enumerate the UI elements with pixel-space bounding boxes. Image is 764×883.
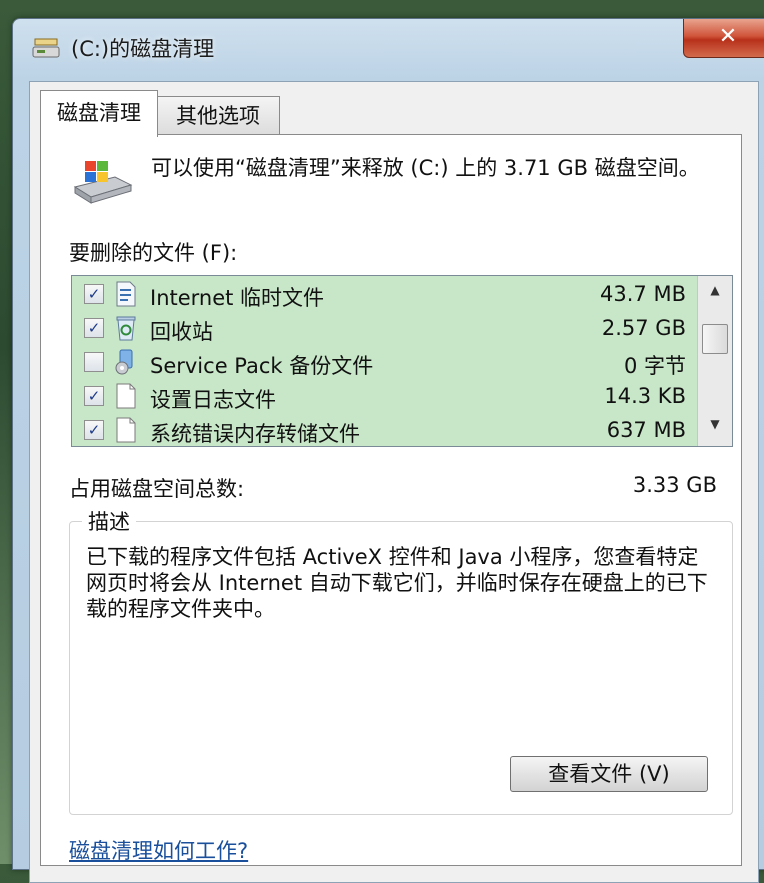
dialog-client-area: 磁盘清理 其他选项 可以使用“磁盘清理”来释放 (C:) 上的 3.71 GB … <box>29 81 759 883</box>
scroll-down-arrow-icon[interactable]: ▼ <box>698 412 732 436</box>
tab-panel: 可以使用“磁盘清理”来释放 (C:) 上的 3.71 GB 磁盘空间。 要删除的… <box>40 134 742 866</box>
service-pack-icon <box>115 349 133 375</box>
description-group: 描述 已下载的程序文件包括 ActiveX 控件和 Java 小程序，您查看特定… <box>69 506 733 815</box>
file-name: 设置日志文件 <box>150 388 276 412</box>
file-checkbox[interactable] <box>84 352 104 372</box>
file-checkbox[interactable]: ✓ <box>84 284 104 304</box>
total-space-label: 占用磁盘空间总数: <box>69 477 245 501</box>
file-name: Internet 临时文件 <box>150 286 325 310</box>
disk-cleanup-icon <box>32 38 60 58</box>
disk-cleanup-window: (C:)的磁盘清理 ✕ 磁盘清理 其他选项 可以使用“磁盘清理”来释放 (C:)… <box>12 18 764 883</box>
description-text: 已下载的程序文件包括 ActiveX 控件和 Java 小程序，您查看特定网页时… <box>86 545 708 621</box>
intro-text: 可以使用“磁盘清理”来释放 (C:) 上的 3.71 GB 磁盘空间。 <box>151 156 700 180</box>
document-icon <box>116 281 136 307</box>
title-bar[interactable]: (C:)的磁盘清理 ✕ <box>13 19 764 77</box>
file-size: 0 字节 <box>623 354 686 378</box>
scroll-thumb[interactable] <box>702 324 728 354</box>
files-to-delete-list[interactable]: ✓ Internet 临时文件 43.7 MB ✓ 回收站 2.57 GB Se… <box>71 275 733 447</box>
drive-cleanup-icon <box>73 161 133 204</box>
list-scrollbar[interactable]: ▲ ▼ <box>697 276 732 446</box>
file-size: 2.57 GB <box>601 316 686 340</box>
list-item[interactable]: ✓ 系统错误内存转储文件 637 MB <box>72 414 696 444</box>
help-link[interactable]: 磁盘清理如何工作? <box>69 835 248 865</box>
file-checkbox[interactable]: ✓ <box>84 386 104 406</box>
recycle-bin-icon <box>116 316 136 341</box>
list-item[interactable]: ✓ 设置日志文件 14.3 KB <box>72 380 696 414</box>
tab-disk-cleanup[interactable]: 磁盘清理 <box>40 90 158 137</box>
file-name: 系统错误内存转储文件 <box>150 422 360 444</box>
file-name: 回收站 <box>150 320 213 344</box>
list-item[interactable]: ✓ Internet 临时文件 43.7 MB <box>72 278 696 312</box>
scroll-up-arrow-icon[interactable]: ▲ <box>698 278 732 302</box>
list-item[interactable]: ✓ 回收站 2.57 GB <box>72 312 696 346</box>
file-name: Service Pack 备份文件 <box>150 354 374 378</box>
file-checkbox[interactable]: ✓ <box>84 420 104 440</box>
tab-more-options[interactable]: 其他选项 <box>156 96 280 135</box>
window-title: (C:)的磁盘清理 <box>71 37 215 61</box>
files-to-delete-label: 要删除的文件 (F): <box>69 241 238 265</box>
close-button[interactable]: ✕ <box>683 19 764 58</box>
file-size: 43.7 MB <box>600 282 686 306</box>
list-item[interactable]: Service Pack 备份文件 0 字节 <box>72 346 696 380</box>
blank-file-icon <box>116 417 136 443</box>
blank-file-icon <box>116 383 136 409</box>
view-files-button[interactable]: 查看文件 (V) <box>510 756 708 792</box>
file-size: 637 MB <box>606 418 686 442</box>
file-size: 14.3 KB <box>604 384 686 408</box>
description-legend: 描述 <box>82 506 136 536</box>
file-checkbox[interactable]: ✓ <box>84 318 104 338</box>
total-space-value: 3.33 GB <box>632 473 717 497</box>
